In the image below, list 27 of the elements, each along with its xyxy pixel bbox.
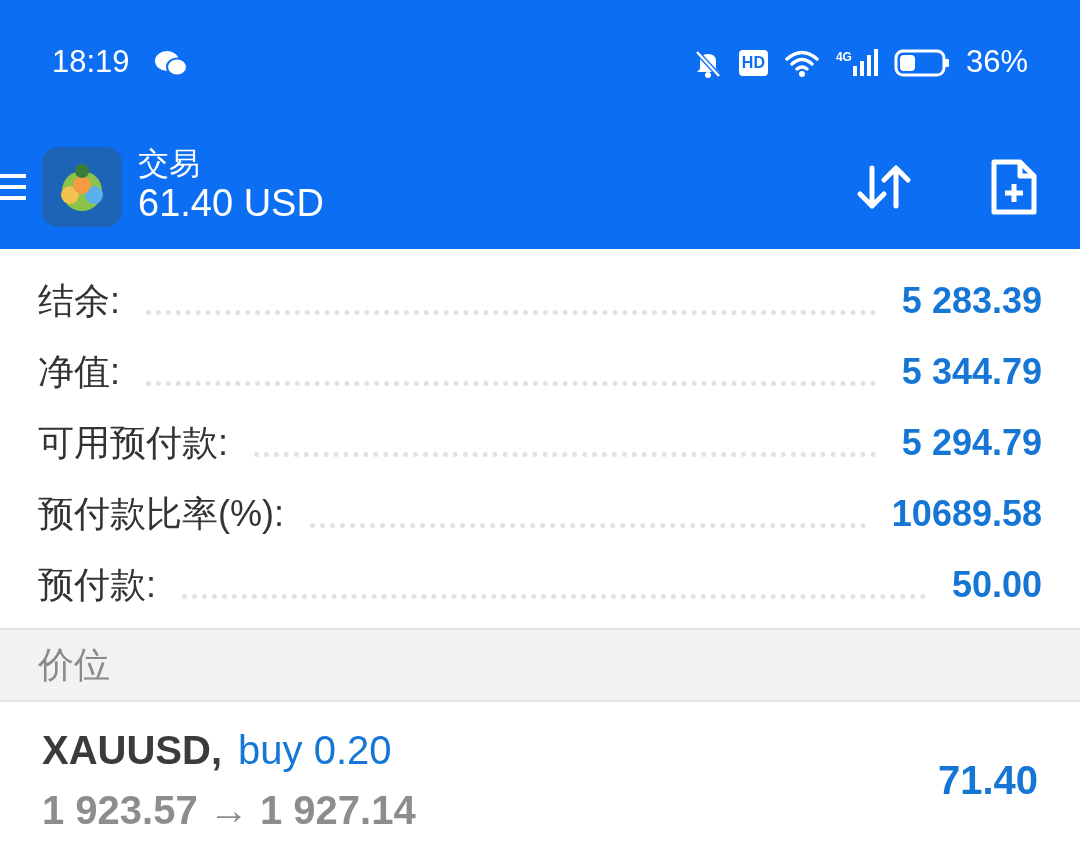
field-label: 净值: — [38, 349, 120, 394]
field-label: 预付款: — [38, 562, 156, 607]
position-prices: 1 923.57 → 1 927.14 — [42, 787, 417, 834]
position-profit: 71.40 — [937, 757, 1038, 804]
hd-indicator: HD — [738, 49, 768, 76]
menu-icon[interactable] — [0, 172, 26, 202]
position-type: buy 0.20 — [238, 727, 392, 774]
field-value: 5 283.39 — [901, 278, 1042, 323]
section-title: 价位 — [38, 643, 110, 687]
field-value: 5 344.79 — [901, 349, 1042, 394]
field-label: 结余: — [38, 278, 120, 323]
new-order-icon[interactable] — [990, 158, 1038, 216]
battery-icon — [893, 48, 950, 77]
field-value: 50.00 — [951, 562, 1042, 607]
field-label: 可用预付款: — [38, 420, 228, 465]
chat-icon — [153, 48, 188, 77]
signal-icon — [851, 47, 878, 78]
field-value: 5 294.79 — [901, 420, 1042, 465]
battery-percent: 36% — [965, 43, 1028, 82]
position-symbol: XAUUSD, — [42, 727, 223, 774]
screen-title: 交易 — [138, 147, 201, 182]
field-value: 10689.58 — [891, 491, 1042, 536]
status-time: 18:19 — [52, 43, 130, 82]
network-label: 4G — [835, 48, 852, 66]
account-profit: 61.40 USD — [138, 181, 324, 227]
app-logo-icon — [42, 147, 122, 227]
field-label: 预付款比率(%): — [38, 491, 284, 536]
